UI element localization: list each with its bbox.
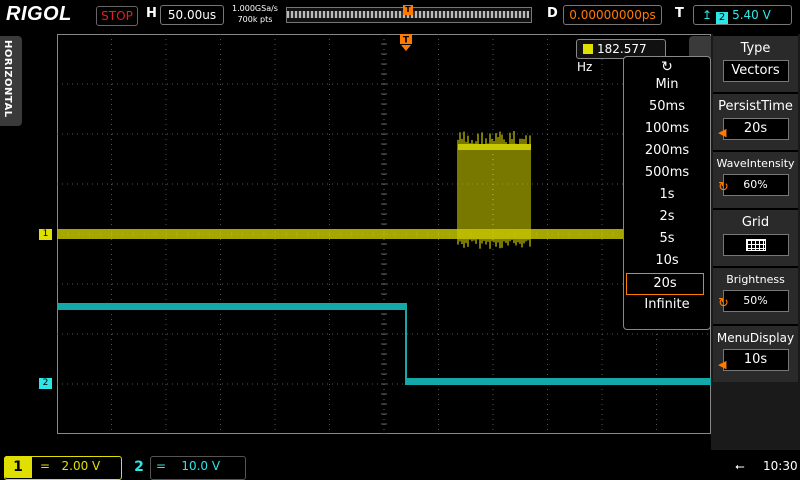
- persist-option-10s[interactable]: 10s: [624, 251, 710, 271]
- memory-position-bar: T: [286, 5, 532, 23]
- menu-intensity-value: 60%: [722, 174, 789, 196]
- menu-brightness-title: Brightness: [726, 273, 785, 286]
- menu-type[interactable]: Type Vectors: [713, 34, 798, 92]
- ch1-burst-high-level: [458, 144, 531, 150]
- persist-option-200ms[interactable]: 200ms: [624, 141, 710, 161]
- menu-menudisplay-title: MenuDisplay: [716, 331, 795, 345]
- persist-option-1s[interactable]: 1s: [624, 185, 710, 205]
- menu-wave-intensity[interactable]: WaveIntensity ↻ 60%: [713, 150, 798, 208]
- svg-text:T: T: [403, 36, 410, 46]
- persist-option-20s[interactable]: 20s: [626, 273, 704, 295]
- trigger-position-marker: T: [403, 5, 413, 15]
- menu-grid[interactable]: Grid: [713, 208, 798, 266]
- acquisition-info: 1.000GSa/s 700k pts: [230, 3, 280, 25]
- horizontal-label: H: [146, 6, 157, 21]
- sample-rate: 1.000GSa/s: [232, 4, 278, 13]
- menu-brightness[interactable]: Brightness ↻ 50%: [713, 266, 798, 324]
- brand-logo: RIGOL: [6, 3, 72, 25]
- horizontal-side-tab[interactable]: HORIZONTAL: [0, 36, 22, 126]
- rotate-knob-icon: ↻: [718, 296, 729, 311]
- rotate-knob-icon: ↻: [661, 59, 673, 75]
- trigger-label: T: [675, 6, 684, 21]
- trigger-source-badge: 2: [716, 12, 729, 24]
- trigger-freq-icon: [583, 44, 593, 54]
- ch1-offset-marker[interactable]: 1: [39, 229, 52, 240]
- ch2-settings: = 10.0 V: [156, 459, 220, 473]
- persist-option-100ms[interactable]: 100ms: [624, 119, 710, 139]
- menu-brightness-value: 50%: [722, 290, 789, 312]
- persist-option-infinite[interactable]: Infinite: [624, 295, 710, 315]
- trigger-time-marker[interactable]: T: [400, 34, 412, 52]
- timebase-value[interactable]: 50.00us: [160, 5, 224, 25]
- menu-menudisplay-value: 10s: [722, 349, 789, 371]
- menu-menu-display[interactable]: MenuDisplay ◀ 10s: [713, 324, 798, 382]
- menu-persist-time[interactable]: PersistTime ◀ 20s: [713, 92, 798, 150]
- usb-icon: ⭠: [735, 459, 745, 473]
- ch2-badge[interactable]: 2: [130, 456, 148, 478]
- memory-depth: 700k pts: [237, 15, 273, 24]
- menu-persist-title: PersistTime: [718, 99, 793, 114]
- ch2-scale: 10.0 V: [181, 459, 221, 473]
- ch2-coupling: =: [156, 459, 167, 473]
- menu-type-value: Vectors: [722, 60, 789, 82]
- ch1-badge[interactable]: 1: [4, 456, 32, 478]
- persist-time-list: ↻ Min 50ms 100ms 200ms 500ms 1s 2s 5s 10…: [623, 56, 711, 330]
- grid-icon: [745, 238, 766, 251]
- persist-option-500ms[interactable]: 500ms: [624, 163, 710, 183]
- display-menu: Type Vectors PersistTime ◀ 20s WaveInten…: [711, 34, 800, 450]
- menu-intensity-title: WaveIntensity: [716, 157, 795, 170]
- rising-edge-icon: ↥: [702, 8, 713, 22]
- waveform-grid: [57, 34, 711, 434]
- delay-value[interactable]: 0.00000000ps: [563, 5, 662, 25]
- ch1-settings: = 2.00 V: [40, 459, 100, 473]
- persist-option-2s[interactable]: 2s: [624, 207, 710, 227]
- horizontal-tab-label: HORIZONTAL: [2, 40, 13, 118]
- system-clock: 10:30: [763, 459, 798, 473]
- rotate-knob-icon: ↻: [718, 180, 729, 195]
- persist-option-min[interactable]: Min: [624, 75, 710, 95]
- ch2-offset-marker[interactable]: 2: [39, 378, 52, 389]
- menu-grid-title: Grid: [741, 215, 770, 230]
- run-stop-status[interactable]: STOP: [96, 6, 138, 26]
- delay-label: D: [547, 6, 558, 21]
- menu-persist-value: 20s: [722, 118, 789, 140]
- ch1-scale: 2.00 V: [61, 459, 101, 473]
- ch1-coupling: =: [40, 459, 51, 473]
- persist-option-5s[interactable]: 5s: [624, 229, 710, 249]
- persist-option-50ms[interactable]: 50ms: [624, 97, 710, 117]
- trigger-settings[interactable]: ↥ 2 5.40 V: [693, 5, 792, 25]
- menu-grid-value: [722, 234, 789, 256]
- menu-type-title: Type: [740, 41, 771, 56]
- left-arrow-icon: ◀: [718, 358, 727, 371]
- left-arrow-icon: ◀: [718, 126, 727, 139]
- trigger-level: 5.40 V: [732, 8, 771, 22]
